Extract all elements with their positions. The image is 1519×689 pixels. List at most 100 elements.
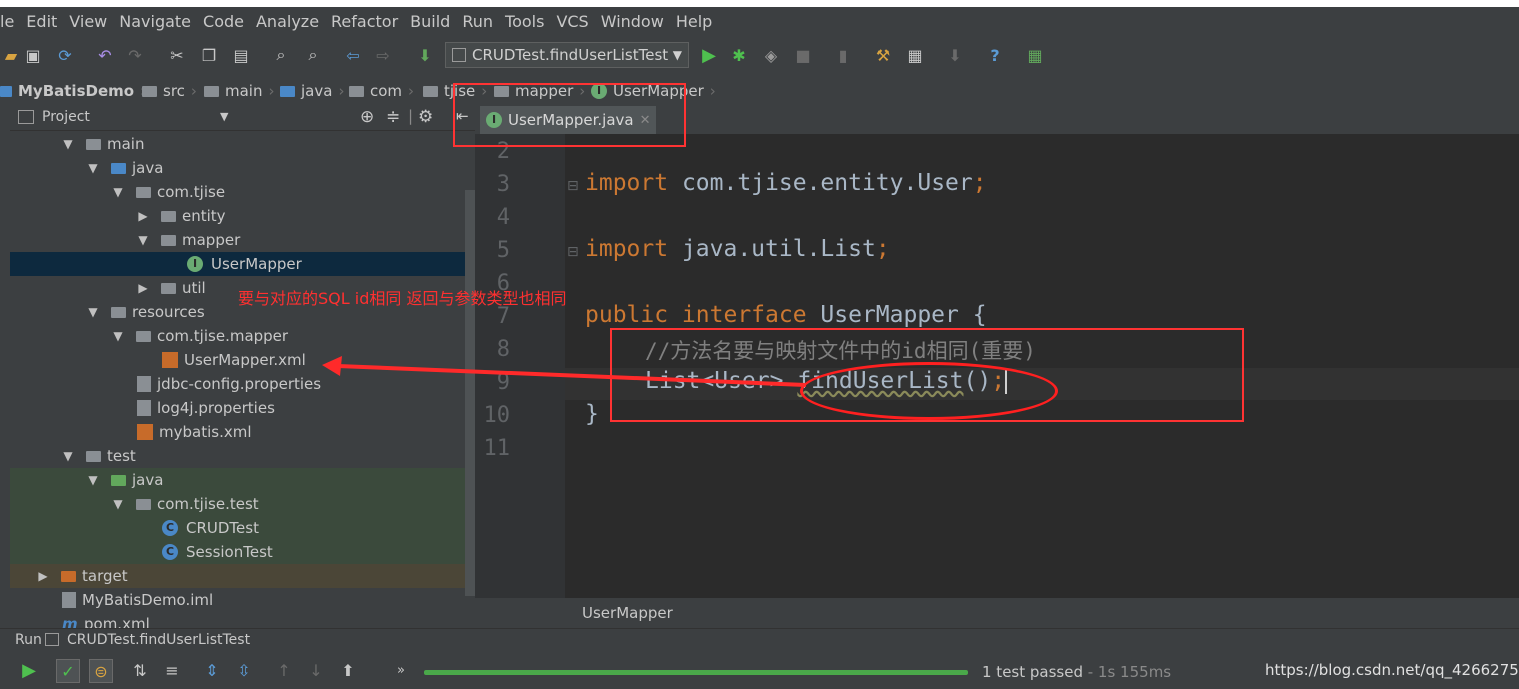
- tree-scrollbar[interactable]: [465, 190, 475, 596]
- menu-tools[interactable]: Tools: [499, 12, 550, 31]
- menu-run[interactable]: Run: [456, 12, 499, 31]
- run-icon[interactable]: ▶: [698, 44, 720, 66]
- code-semicolon: ;: [875, 236, 890, 262]
- menu-code[interactable]: Code: [197, 12, 250, 31]
- stop-icon[interactable]: ■: [792, 44, 814, 66]
- menu-help[interactable]: Help: [670, 12, 718, 31]
- collapsed-arrow-icon[interactable]: ▶: [37, 569, 49, 583]
- menu-analyze[interactable]: Analyze: [250, 12, 325, 31]
- breadcrumb-project[interactable]: MyBatisDemo›: [0, 80, 146, 102]
- main-toolbar: ▰ ▣ ⟳ ↶ ↷ ✂ ❐ ▤ ⌕ ⌕ ⇦ ⇨ ⬇ CRUDTest.findU…: [0, 36, 1519, 76]
- editor-status-label[interactable]: UserMapper: [582, 604, 673, 622]
- copy-icon[interactable]: ❐: [198, 44, 220, 66]
- chevron-down-icon[interactable]: ▼: [220, 110, 228, 123]
- project-structure-icon[interactable]: ▦: [904, 44, 926, 66]
- tree-item-log4j[interactable]: log4j.properties: [10, 396, 465, 420]
- tree-item-iml[interactable]: MyBatisDemo.iml: [10, 588, 465, 612]
- undo-icon[interactable]: ↶: [94, 44, 116, 66]
- replace-icon[interactable]: ⌕: [302, 44, 324, 66]
- fold-marker-icon[interactable]: ⊟: [567, 178, 579, 194]
- test-result: 1 test passed - 1s 155ms: [982, 663, 1171, 681]
- expanded-arrow-icon[interactable]: ▼: [87, 161, 99, 175]
- tree-item-crudtest[interactable]: C CRUDTest: [10, 516, 465, 540]
- settings-wrench-icon[interactable]: ⚒: [872, 44, 894, 66]
- tree-item-main[interactable]: ▼ main: [10, 132, 465, 156]
- expanded-arrow-icon[interactable]: ▼: [112, 185, 124, 199]
- fold-marker-icon[interactable]: ⊟: [567, 244, 579, 260]
- tree-item-test-java[interactable]: ▼ java: [10, 468, 465, 492]
- breadcrumb-com[interactable]: com ›: [349, 80, 414, 102]
- expanded-arrow-icon[interactable]: ▼: [137, 233, 149, 247]
- attach-icon[interactable]: ▮: [832, 44, 854, 66]
- expanded-arrow-icon[interactable]: ▼: [62, 137, 74, 151]
- show-ignored-icon[interactable]: ⊜: [89, 659, 113, 683]
- tree-item-usermapper[interactable]: I UserMapper: [10, 252, 465, 276]
- test-duration: - 1s 155ms: [1082, 663, 1172, 681]
- tree-item-label: java: [132, 471, 164, 489]
- tree-item-mapper[interactable]: ▼ mapper: [10, 228, 465, 252]
- run-config-tab[interactable]: CRUDTest.findUserListTest: [67, 632, 250, 648]
- run-configuration-select[interactable]: CRUDTest.findUserListTest ▼: [445, 42, 689, 68]
- watermark-text: https://blog.csdn.net/qq_42662759: [1265, 661, 1519, 679]
- menu-window[interactable]: Window: [595, 12, 670, 31]
- tree-item-com-tjise-mapper[interactable]: ▼ com.tjise.mapper: [10, 324, 465, 348]
- sync-icon[interactable]: ⟳: [54, 44, 76, 66]
- tree-item-target[interactable]: ▶ target: [10, 564, 465, 588]
- export-icon[interactable]: ⬆: [337, 659, 359, 681]
- expand-all-icon[interactable]: ⇕: [201, 659, 223, 681]
- run-panel-title[interactable]: Run: [15, 632, 42, 648]
- rerun-icon[interactable]: ▶: [18, 659, 40, 681]
- breadcrumb-java[interactable]: java ›: [280, 80, 344, 102]
- collapsed-arrow-icon[interactable]: ▶: [137, 281, 149, 295]
- back-icon[interactable]: ⇦: [342, 44, 364, 66]
- menu-navigate[interactable]: Navigate: [113, 12, 197, 31]
- menu-file[interactable]: le: [0, 12, 20, 31]
- more-icon[interactable]: »: [390, 659, 412, 681]
- tree-item-test[interactable]: ▼ test: [10, 444, 465, 468]
- expanded-arrow-icon[interactable]: ▼: [62, 449, 74, 463]
- find-icon[interactable]: ⌕: [270, 44, 292, 66]
- help-icon[interactable]: ?: [984, 44, 1006, 66]
- breadcrumb-src[interactable]: src ›: [142, 80, 197, 102]
- source-folder-icon: [111, 162, 126, 174]
- collapse-all-icon[interactable]: ⇳: [233, 659, 255, 681]
- menu-view[interactable]: View: [63, 12, 113, 31]
- menu-edit[interactable]: Edit: [20, 12, 63, 31]
- expanded-arrow-icon[interactable]: ▼: [87, 305, 99, 319]
- menu-build[interactable]: Build: [404, 12, 456, 31]
- cut-icon[interactable]: ✂: [166, 44, 188, 66]
- tree-item-entity[interactable]: ▶ entity: [10, 204, 465, 228]
- tree-item-java[interactable]: ▼ java: [10, 156, 465, 180]
- next-failed-icon[interactable]: ↓: [305, 659, 327, 681]
- collapse-all-icon[interactable]: ≑: [386, 107, 400, 127]
- project-panel-title[interactable]: Project: [42, 109, 90, 125]
- paste-icon[interactable]: ▤: [230, 44, 252, 66]
- open-folder-icon[interactable]: ▰: [0, 44, 22, 66]
- breadcrumb-java-label: java: [301, 82, 333, 100]
- redo-icon[interactable]: ↷: [124, 44, 146, 66]
- sdk-icon[interactable]: ⬇: [944, 44, 966, 66]
- gear-icon[interactable]: ⚙: [418, 107, 433, 127]
- expanded-arrow-icon[interactable]: ▼: [87, 473, 99, 487]
- build-icon[interactable]: ⬇: [414, 44, 436, 66]
- expanded-arrow-icon[interactable]: ▼: [112, 329, 124, 343]
- menu-vcs[interactable]: VCS: [550, 12, 594, 31]
- tree-item-com-tjise[interactable]: ▼ com.tjise: [10, 180, 465, 204]
- locate-icon[interactable]: ⊕: [360, 107, 374, 127]
- breadcrumb-main[interactable]: main ›: [204, 80, 274, 102]
- coverage-icon[interactable]: ◈: [760, 44, 782, 66]
- plugin-icon[interactable]: ▦: [1024, 44, 1046, 66]
- previous-failed-icon[interactable]: ↑: [273, 659, 295, 681]
- sort-duration-icon[interactable]: ≡: [161, 659, 183, 681]
- tree-item-mybatis-xml[interactable]: mybatis.xml: [10, 420, 465, 444]
- save-icon[interactable]: ▣: [22, 44, 44, 66]
- forward-icon[interactable]: ⇨: [372, 44, 394, 66]
- show-passed-icon[interactable]: ✓: [56, 659, 80, 683]
- sort-alpha-icon[interactable]: ⇅: [129, 659, 151, 681]
- expanded-arrow-icon[interactable]: ▼: [112, 497, 124, 511]
- menu-refactor[interactable]: Refactor: [325, 12, 404, 31]
- collapsed-arrow-icon[interactable]: ▶: [137, 209, 149, 223]
- tree-item-sessiontest[interactable]: C SessionTest: [10, 540, 465, 564]
- debug-icon[interactable]: ✱: [728, 44, 750, 66]
- tree-item-com-tjise-test[interactable]: ▼ com.tjise.test: [10, 492, 465, 516]
